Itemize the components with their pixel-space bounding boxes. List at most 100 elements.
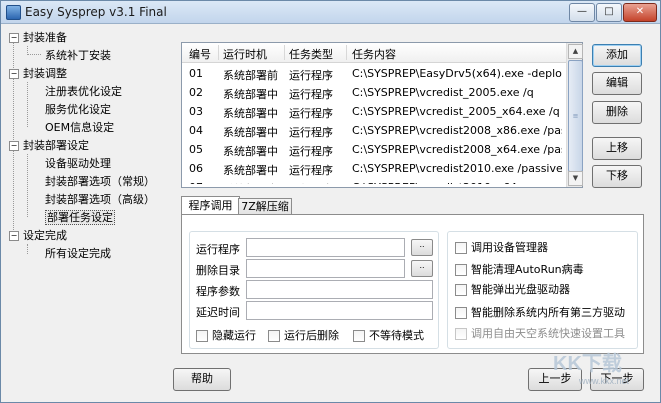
tree-item-label: 封装部署选项（高级） [45, 193, 155, 206]
edit-button[interactable]: 编辑 [592, 72, 642, 95]
table-cell: 系统部署中 [223, 88, 278, 101]
checkbox-box[interactable] [455, 264, 467, 276]
tree-item-label: 部署任务设定 [45, 210, 115, 225]
scroll-thumb[interactable]: ≡ [568, 60, 583, 172]
option-checkbox-3[interactable]: 智能删除系统内所有第三方驱动 [455, 304, 625, 320]
tab-7z-extract[interactable]: 7Z解压缩 [238, 198, 292, 215]
tree-item-6[interactable]: − 封装部署设定 [9, 137, 89, 154]
maximize-button[interactable]: □ [596, 3, 622, 22]
tree-item-5[interactable]: OEM信息设定 [45, 119, 114, 136]
hide-run-checkbox[interactable]: 隐藏运行 [196, 327, 256, 343]
col-header-type[interactable]: 任务类型 [289, 46, 333, 62]
option-label: 智能删除系统内所有第三方驱动 [471, 306, 625, 319]
task-list-header: 编号 运行时机 任务类型 任务内容 [182, 43, 566, 63]
app-icon [6, 5, 21, 20]
option-checkbox-1[interactable]: 智能清理AutoRun病毒 [455, 261, 584, 277]
delete-dir-label: 删除目录 [196, 264, 240, 277]
collapse-icon[interactable]: − [9, 69, 19, 79]
col-header-timing[interactable]: 运行时机 [223, 46, 267, 62]
checkbox-box[interactable] [268, 330, 280, 342]
table-cell: 系统部署前 [223, 69, 278, 82]
close-button[interactable]: ✕ [623, 3, 657, 22]
table-cell: 运行程序 [289, 164, 333, 177]
table-row[interactable]: 01 系统部署前 运行程序 C:\SYSPREP\EasyDrv5(x64).exe … [182, 64, 566, 83]
tree-item-3[interactable]: 注册表优化设定 [45, 83, 122, 100]
tree-item-9[interactable]: 封装部署选项（高级） [45, 191, 155, 208]
tree-item-label: 系统补丁安装 [45, 49, 111, 62]
col-header-content[interactable]: 任务内容 [352, 46, 396, 62]
tree-item-7[interactable]: 设备驱动处理 [45, 155, 111, 172]
title-bar: Easy Sysprep v3.1 Final — □ ✕ [1, 1, 660, 24]
checkbox-box[interactable] [353, 330, 365, 342]
collapse-icon[interactable]: − [9, 141, 19, 151]
delete-dir-field[interactable] [246, 259, 405, 278]
checkbox-box[interactable] [455, 284, 467, 296]
checkbox-box[interactable] [196, 330, 208, 342]
table-cell: 03 [189, 105, 203, 118]
collapse-icon[interactable]: − [9, 33, 19, 43]
tree-item-1[interactable]: 系统补丁安装 [45, 47, 111, 64]
table-row[interactable]: 03 系统部署中 运行程序 C:\SYSPREP\vcredist_2005_x64.… [182, 102, 566, 121]
watermark-text: KK下载 [553, 351, 622, 375]
option-checkbox-2[interactable]: 智能弹出光盘驱动器 [455, 281, 570, 297]
scroll-down-icon[interactable]: ▼ [568, 171, 583, 186]
run-program-field[interactable] [246, 238, 405, 257]
tree-item-label: 设定完成 [23, 229, 67, 242]
option-label: 调用设备管理器 [471, 241, 548, 254]
table-row[interactable]: 02 系统部署中 运行程序 C:\SYSPREP\vcredist_2005.exe … [182, 83, 566, 102]
tree-item-2[interactable]: − 封装调整 [9, 65, 67, 82]
table-cell: 系统部署中 [223, 181, 283, 184]
delay-time-field[interactable] [246, 301, 433, 320]
table-cell: C:\SYSPREP\vcredist2010.exe /passive [352, 162, 562, 175]
table-cell: C:\SYSPREP\vcredist2010_x64.exe [352, 181, 562, 184]
tab-panel: 运行程序 .. 删除目录 .. 程序参数 延迟时间 隐藏运行 运行后删除 不等待… [181, 214, 644, 354]
table-cell: C:\SYSPREP\vcredist2008_x86.exe /pas... [352, 124, 562, 137]
help-button[interactable]: 帮助 [173, 368, 231, 391]
tree-item-12[interactable]: 所有设定完成 [45, 245, 111, 262]
table-cell: 02 [189, 86, 203, 99]
program-args-field[interactable] [246, 280, 433, 299]
delete-after-run-checkbox[interactable]: 运行后删除 [268, 327, 339, 343]
window-title: Easy Sysprep v3.1 Final [25, 5, 167, 19]
col-header-id[interactable]: 编号 [189, 46, 211, 62]
table-row[interactable]: 05 系统部署中 运行程序 C:\SYSPREP\vcredist2008_x64.e… [182, 140, 566, 159]
delete-button[interactable]: 删除 [592, 101, 642, 124]
option-checkbox-0[interactable]: 调用设备管理器 [455, 239, 548, 255]
delay-time-label: 延迟时间 [196, 306, 240, 319]
table-cell: C:\SYSPREP\vcredist_2005.exe /q [352, 86, 534, 99]
tree-item-11[interactable]: − 设定完成 [9, 227, 67, 244]
option-checkbox-4: 调用自由天空系统快速设置工具 [455, 325, 625, 341]
table-row[interactable]: 04 系统部署中 运行程序 C:\SYSPREP\vcredist2008_x86.e… [182, 121, 566, 140]
table-row[interactable]: 06 系统部署中 运行程序 C:\SYSPREP\vcredist2010.exe /… [182, 159, 566, 178]
table-cell: 运行程序 [289, 107, 333, 120]
add-button[interactable]: 添加 [592, 44, 642, 67]
browse-dir-button[interactable]: .. [411, 260, 433, 277]
move-up-button[interactable]: 上移 [592, 137, 642, 160]
watermark-url: www.kkx.net [578, 376, 630, 386]
browse-program-button[interactable]: .. [411, 239, 433, 256]
tree-item-label: 所有设定完成 [45, 247, 111, 260]
minimize-button[interactable]: — [569, 3, 595, 22]
table-cell: 01 [189, 67, 203, 80]
checkbox-box[interactable] [455, 242, 467, 254]
table-cell: 07 [189, 181, 219, 184]
tab-program-call[interactable]: 程序调用 [181, 196, 240, 215]
main-window: Easy Sysprep v3.1 Final — □ ✕ − 封装准备 系统补丁安… [0, 0, 661, 403]
tree-item-8[interactable]: 封装部署选项（常规） [45, 173, 155, 190]
tree-item-10[interactable]: 部署任务设定 [45, 209, 115, 226]
collapse-icon[interactable]: − [9, 231, 19, 241]
table-cell: 运行程序 [289, 88, 333, 101]
task-list[interactable]: 编号 运行时机 任务类型 任务内容 01 系统部署前 运行程序 C:\SYSPREP\… [181, 42, 583, 188]
table-cell: C:\SYSPREP\vcredist2008_x64.exe /pas... [352, 143, 562, 156]
tree-item-0[interactable]: − 封装准备 [9, 29, 67, 46]
checkbox-box[interactable] [455, 307, 467, 319]
no-wait-checkbox[interactable]: 不等待模式 [353, 327, 424, 343]
tree-item-label: 封装调整 [23, 67, 67, 80]
tree-item-4[interactable]: 服务优化设定 [45, 101, 111, 118]
table-row[interactable]: 07 系统部署中 运行程序 C:\SYSPREP\vcredist2010_x64.e… [182, 178, 566, 184]
option-label: 智能清理AutoRun病毒 [471, 263, 584, 276]
tree-item-label: 封装准备 [23, 31, 67, 44]
task-list-scrollbar[interactable]: ▲ ≡ ▼ [566, 43, 583, 187]
move-down-button[interactable]: 下移 [592, 165, 642, 188]
scroll-up-icon[interactable]: ▲ [568, 44, 583, 59]
